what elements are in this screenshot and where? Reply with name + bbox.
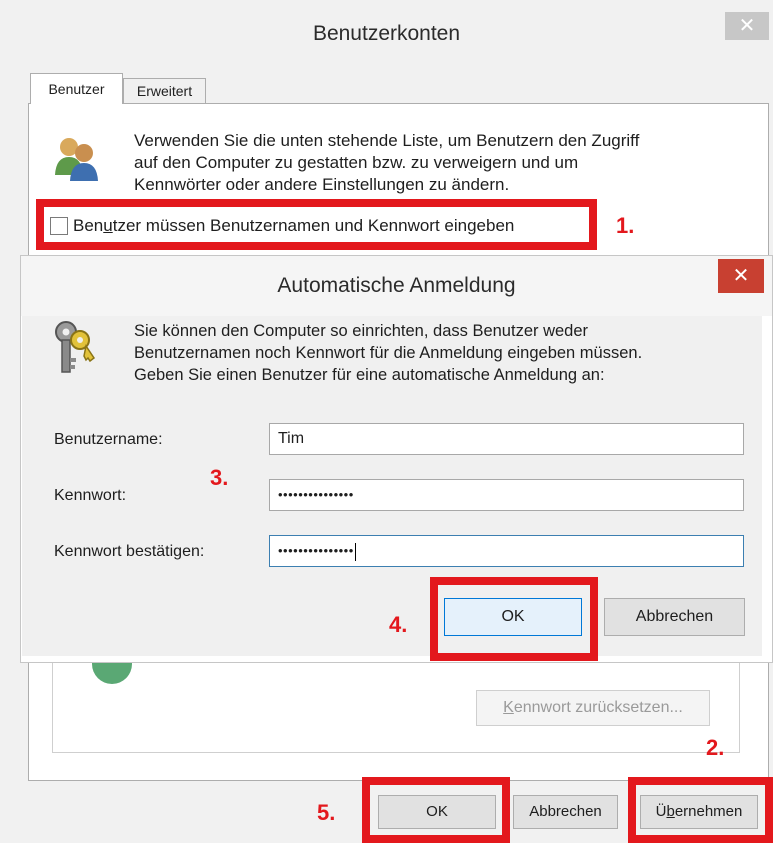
annotation-box-2 xyxy=(628,777,773,843)
text-caret xyxy=(354,542,356,561)
info-line-2: Benutzernamen noch Kennwort für die Anme… xyxy=(134,344,643,362)
annotation-step-5: 5. xyxy=(317,800,336,825)
annotation-box-1 xyxy=(36,199,597,250)
annotation-box-4 xyxy=(430,577,598,661)
users-icon xyxy=(55,138,98,181)
auto-login-info-text: Sie können den Computer so einrichten, d… xyxy=(134,320,754,386)
outer-dialog-title: Benutzerkonten xyxy=(312,22,461,45)
reset-password-button[interactable]: Kennwort zurücksetzen... xyxy=(476,690,710,726)
annotation-step-2: 2. xyxy=(706,735,725,760)
outer-cancel-button[interactable]: Abbrechen xyxy=(513,795,618,829)
intro-line-3: Kennwörter oder andere Einstellungen zu … xyxy=(134,175,510,194)
tab-erweitert[interactable]: Erweitert xyxy=(123,78,206,104)
inner-titlebar: Automatische Anmeldung ✕ xyxy=(21,256,772,316)
intro-line-1: Verwenden Sie die unten stehende Liste, … xyxy=(134,131,640,150)
username-label: Benutzername: xyxy=(54,431,163,448)
confirm-password-label: Kennwort bestätigen: xyxy=(54,543,205,560)
info-line-3: Geben Sie einen Benutzer für eine automa… xyxy=(134,366,605,384)
annotation-step-4: 4. xyxy=(389,612,408,637)
username-input[interactable]: Tim xyxy=(269,423,744,455)
password-input[interactable]: ••••••••••••••• xyxy=(269,479,744,511)
intro-text: Verwenden Sie die unten stehende Liste, … xyxy=(134,130,734,196)
inner-dialog-title: Automatische Anmeldung xyxy=(277,274,516,297)
info-line-1: Sie können den Computer so einrichten, d… xyxy=(134,322,589,340)
outer-titlebar: Benutzerkonten ✕ xyxy=(0,0,773,60)
tab-benutzer[interactable]: Benutzer xyxy=(30,73,123,104)
annotation-step-1: 1. xyxy=(616,213,635,238)
outer-close-icon[interactable]: ✕ xyxy=(725,12,769,40)
annotation-box-5 xyxy=(362,777,510,843)
annotation-step-3: 3. xyxy=(210,465,229,490)
password-label: Kennwort: xyxy=(54,487,127,504)
confirm-password-input[interactable]: ••••••••••••••• xyxy=(269,535,744,567)
keys-icon xyxy=(55,321,96,373)
inner-cancel-button[interactable]: Abbrechen xyxy=(604,598,745,636)
inner-close-icon[interactable]: ✕ xyxy=(718,259,764,293)
intro-line-2: auf den Computer zu gestatten bzw. zu ve… xyxy=(134,153,579,172)
